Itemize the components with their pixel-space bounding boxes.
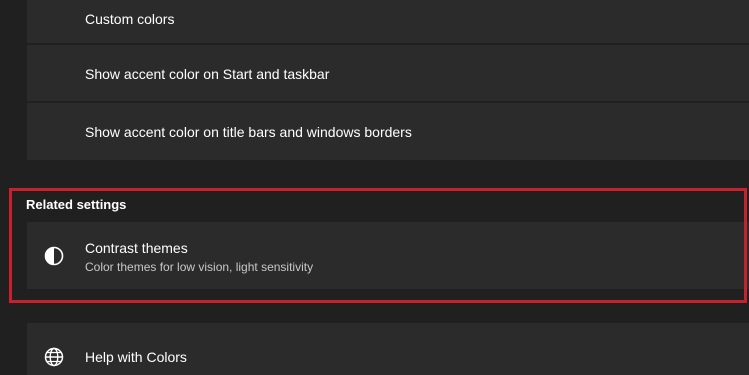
settings-page: Custom colors Show accent color on Start… <box>0 0 749 375</box>
contrast-icon <box>44 246 64 266</box>
custom-colors-row[interactable]: Custom colors <box>27 0 749 43</box>
accent-title-bars-row[interactable]: Show accent color on title bars and wind… <box>27 103 749 160</box>
accent-start-taskbar-row[interactable]: Show accent color on Start and taskbar <box>27 45 749 101</box>
accent-title-bars-label: Show accent color on title bars and wind… <box>85 124 412 140</box>
contrast-themes-label: Contrast themes <box>85 240 188 256</box>
colors-settings-card: Custom colors Show accent color on Start… <box>27 0 749 160</box>
custom-colors-label: Custom colors <box>85 11 175 27</box>
accent-start-taskbar-label: Show accent color on Start and taskbar <box>85 66 330 82</box>
contrast-themes-row[interactable]: Contrast themes Color themes for low vis… <box>27 222 749 289</box>
globe-icon <box>44 347 64 367</box>
contrast-themes-description: Color themes for low vision, light sensi… <box>85 260 314 274</box>
related-settings-heading: Related settings <box>26 197 127 212</box>
help-with-colors-label: Help with Colors <box>85 349 187 365</box>
help-with-colors-row[interactable]: Help with Colors <box>27 323 749 375</box>
